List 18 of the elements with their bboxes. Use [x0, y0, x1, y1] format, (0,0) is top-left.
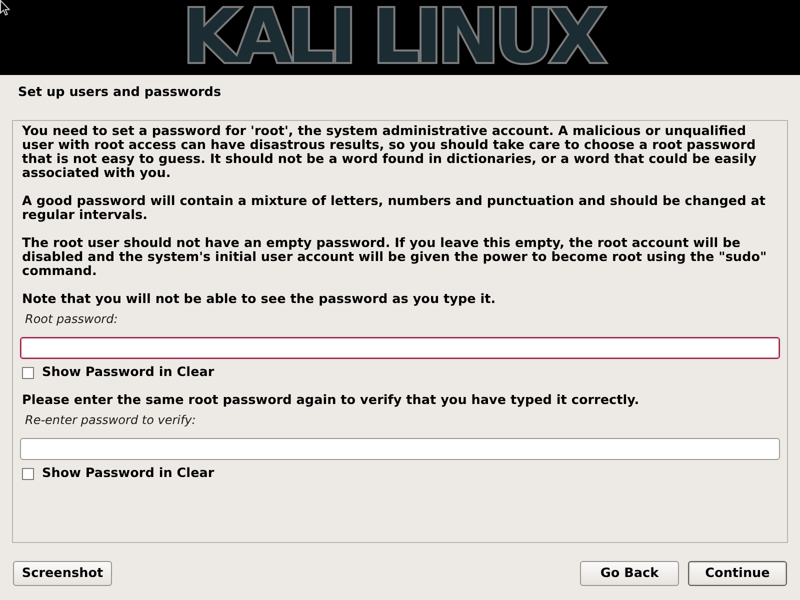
checkbox-label[interactable]: Show Password in Clear [42, 467, 214, 481]
password-field[interactable] [20, 438, 780, 460]
password-field[interactable] [20, 337, 780, 359]
dialog-button[interactable]: Go Back [580, 561, 679, 586]
dialog-button[interactable]: Screenshot [13, 561, 112, 586]
page-title: Set up users and passwords [18, 86, 222, 100]
checkbox[interactable] [22, 468, 34, 480]
logo-text: KALI LINUX [182, 0, 603, 75]
instruction-text: Note that you will not be able to see the password as you type it. [21, 293, 497, 307]
instruction-text: A good password will contain a mixture of letters, numbers and punctuation and should be changed at regular intervals. [21, 195, 766, 223]
field-label: Re-enter password to verify: [24, 413, 196, 427]
instruction-text: You need to set a password for 'root', the system administrative account. A malicious or unqualified user with root access can have disastrous results, so you should take care to choose a root password that is not easy to guess. It should not be a word found in dictionaries, or a word that could be easily associated with you. [21, 125, 758, 181]
dialog-button[interactable]: Continue [688, 561, 787, 586]
field-label: Root password: [24, 312, 118, 326]
checkbox-label[interactable]: Show Password in Clear [42, 366, 214, 380]
checkbox[interactable] [22, 367, 34, 379]
instruction-text: Please enter the same root password again to verify that you have typed it correctly. [21, 394, 640, 408]
instruction-text: The root user should not have an empty password. If you leave this empty, the root account will be disabled and the system's initial user account will be given the power to become root using the "sudo" command. [21, 237, 768, 279]
